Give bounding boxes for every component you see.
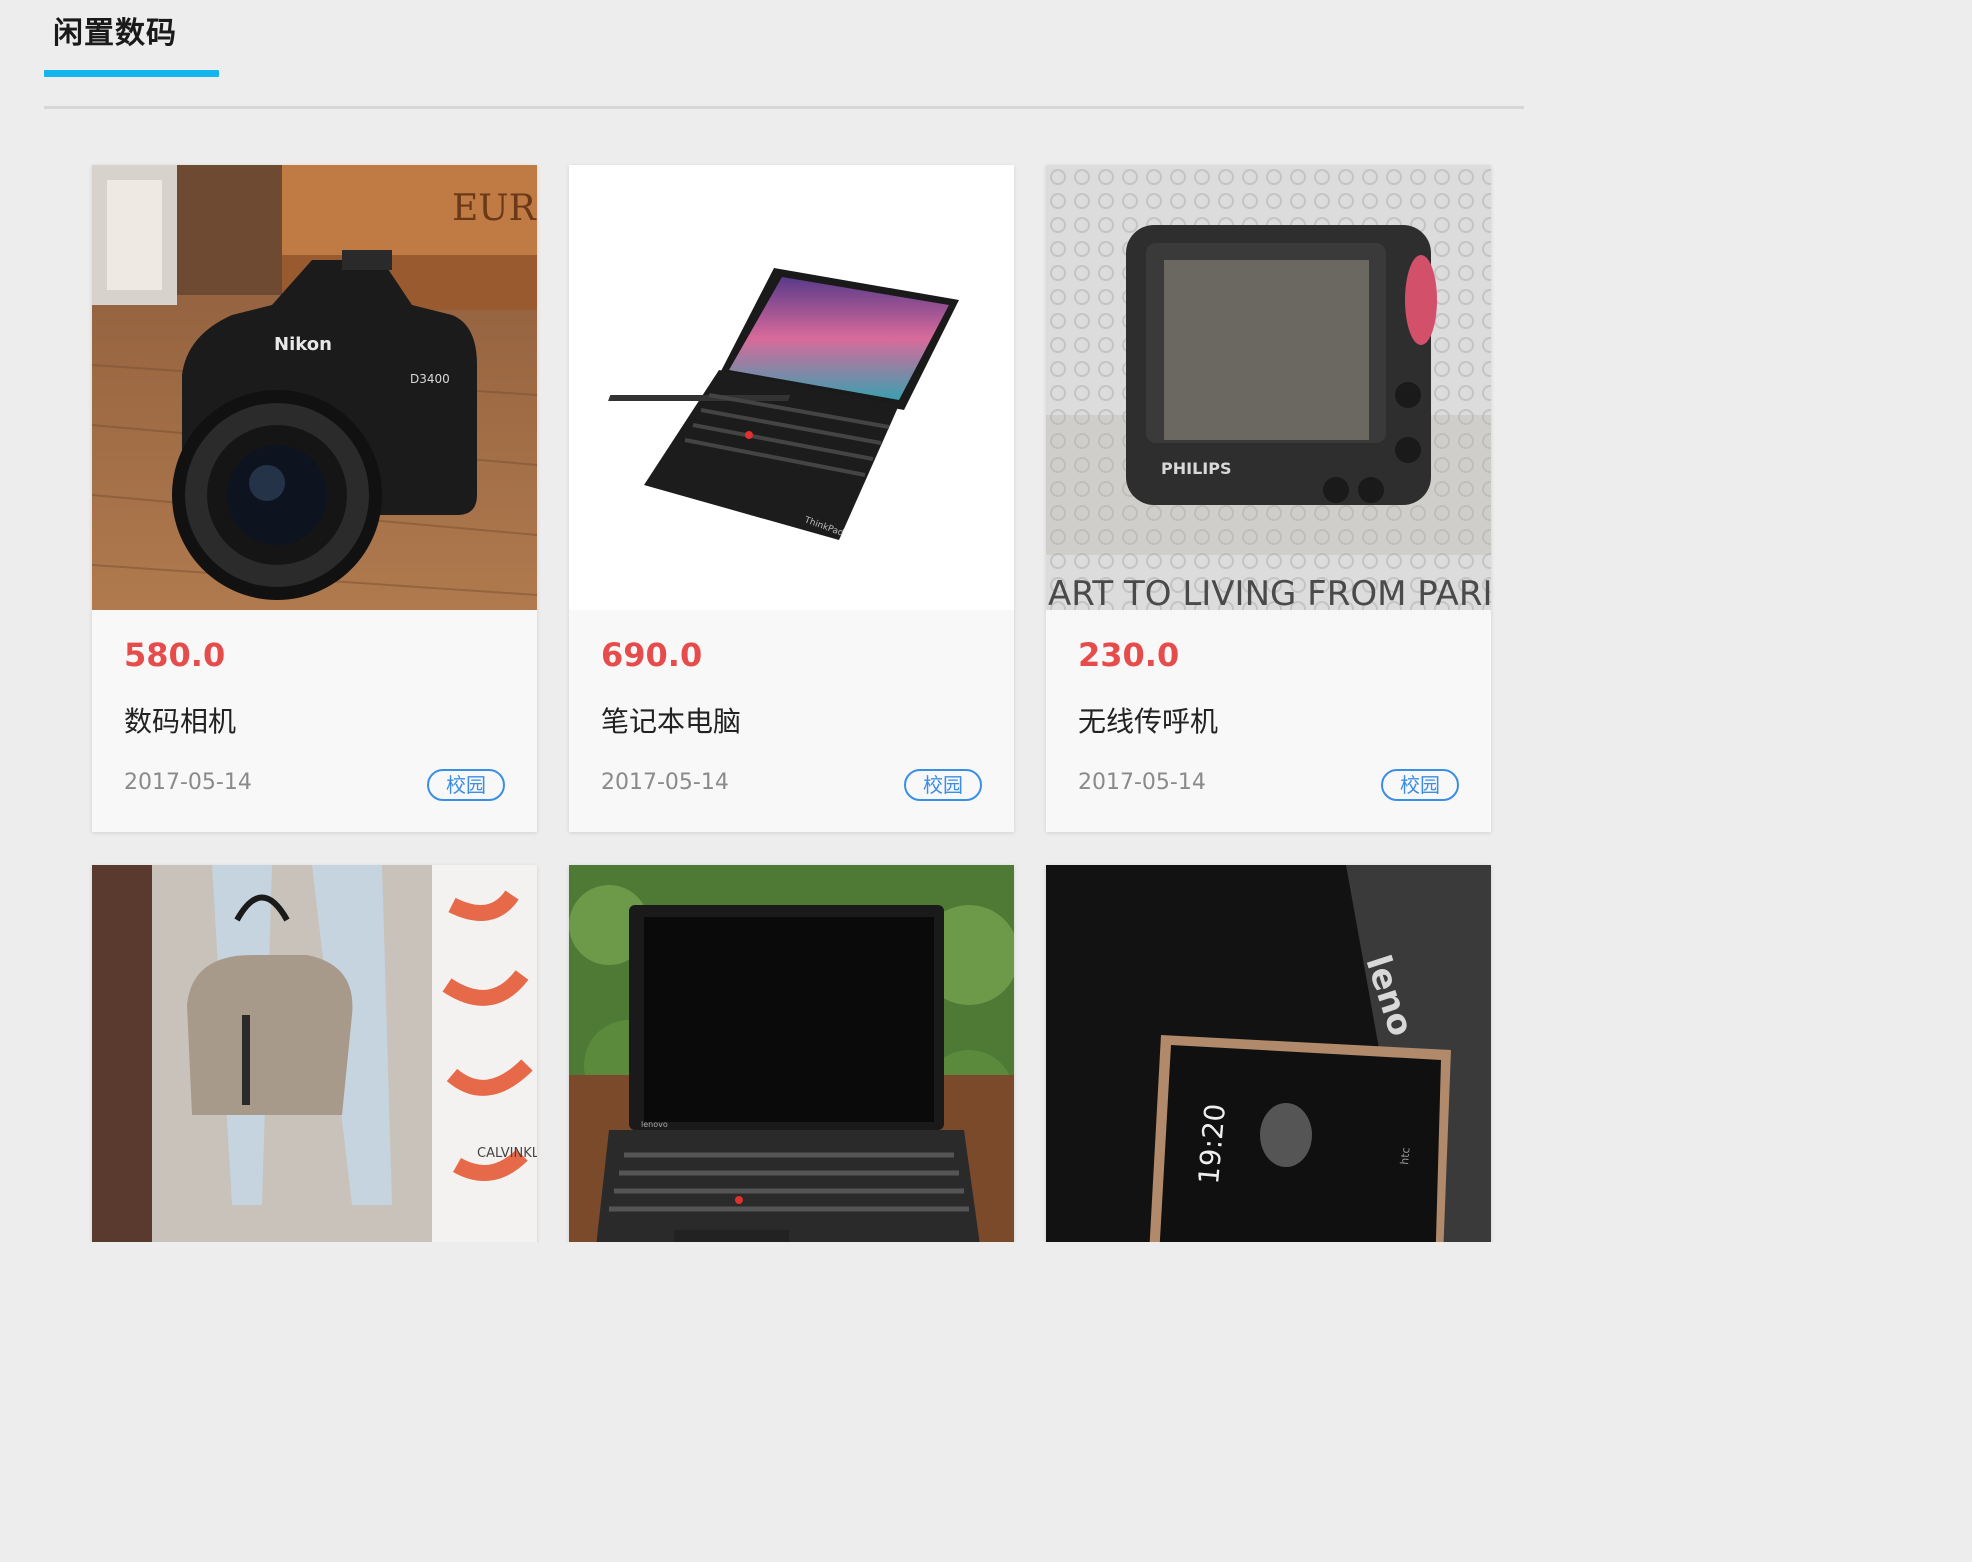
product-image-laptop[interactable]: ThinkPad (569, 165, 1014, 610)
laptop-outdoor-photo: lenovo ThinkPad (569, 865, 1014, 1242)
product-image-handbag[interactable]: CALVINKL (92, 865, 537, 1242)
price: 230.0 (1078, 636, 1180, 674)
title-underline (44, 70, 219, 77)
product-card-laptop[interactable]: ThinkPad 690.0 笔记本电脑 2017-05-14 校园 (569, 165, 1014, 832)
product-info: 230.0 无线传呼机 2017-05-14 校园 (1046, 610, 1491, 832)
post-date: 2017-05-14 (601, 770, 729, 795)
product-card-handbag[interactable]: CALVINKL (92, 865, 537, 1242)
product-name[interactable]: 无线传呼机 (1078, 700, 1218, 740)
section-title: 闲置数码 (53, 16, 177, 51)
price: 580.0 (124, 636, 226, 674)
camera-photo: EURO Nikon D3400 (92, 165, 537, 610)
pager-photo: ART TO LIVING FROM PARIS PHILIPS (1046, 165, 1491, 610)
product-info: 580.0 数码相机 2017-05-14 校园 (92, 610, 537, 832)
books-label: EURO (452, 188, 537, 229)
background-print-text: ART TO LIVING FROM PARIS (1048, 574, 1491, 610)
section-divider (44, 106, 1524, 109)
campus-tag[interactable]: 校园 (904, 769, 982, 801)
product-image-smartphone[interactable]: leno 19:20 htc (1046, 865, 1491, 1242)
product-name[interactable]: 数码相机 (124, 700, 236, 740)
store-sign-text: CALVINKL (477, 1146, 537, 1161)
phone-clock: 19:20 (1192, 1102, 1232, 1185)
product-card-pager[interactable]: ART TO LIVING FROM PARIS PHILIPS 230.0 无… (1046, 165, 1491, 832)
post-date: 2017-05-14 (124, 770, 252, 795)
laptop-photo: ThinkPad (569, 165, 1014, 610)
product-image-camera[interactable]: EURO Nikon D3400 (92, 165, 537, 610)
campus-tag[interactable]: 校园 (427, 769, 505, 801)
post-date: 2017-05-14 (1078, 770, 1206, 795)
product-card-camera[interactable]: EURO Nikon D3400 580.0 数码相机 (92, 165, 537, 832)
handbag-photo: CALVINKL (92, 865, 537, 1242)
camera-brand-label: Nikon (274, 334, 332, 355)
smartphone-photo: leno 19:20 htc (1046, 865, 1491, 1242)
product-info: 690.0 笔记本电脑 2017-05-14 校园 (569, 610, 1014, 832)
pager-brand-label: PHILIPS (1161, 459, 1231, 478)
product-card-smartphone[interactable]: leno 19:20 htc (1046, 865, 1491, 1242)
product-name[interactable]: 笔记本电脑 (601, 700, 741, 740)
product-card-laptop-outdoor[interactable]: lenovo ThinkPad (569, 865, 1014, 1242)
price: 690.0 (601, 636, 703, 674)
camera-model-label: D3400 (410, 372, 450, 386)
htc-logo: htc (1398, 1147, 1412, 1165)
product-image-pager[interactable]: ART TO LIVING FROM PARIS PHILIPS (1046, 165, 1491, 610)
page: 闲置数码 EURO (0, 0, 1568, 1242)
lenovo-bezel-label: lenovo (641, 1120, 668, 1129)
product-image-laptop-outdoor[interactable]: lenovo ThinkPad (569, 865, 1014, 1242)
campus-tag[interactable]: 校园 (1381, 769, 1459, 801)
